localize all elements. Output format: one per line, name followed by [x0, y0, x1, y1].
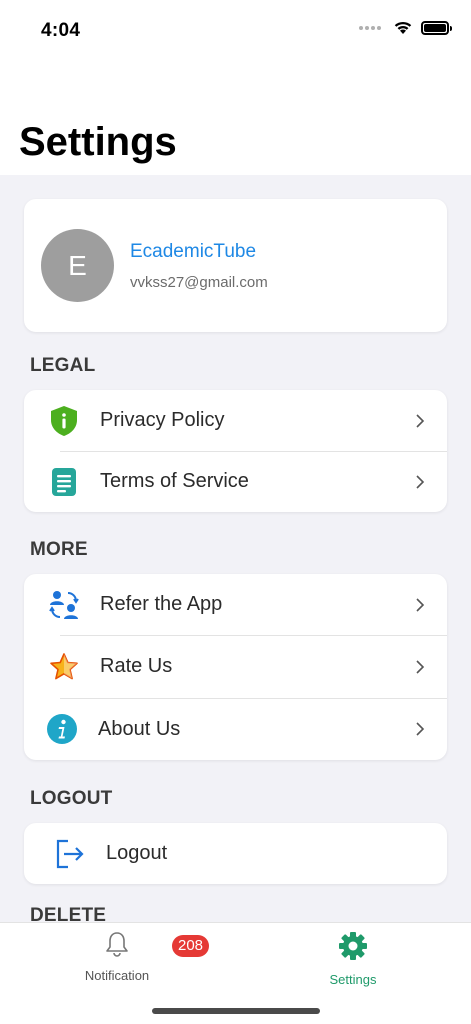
home-indicator — [152, 1008, 320, 1014]
terms-of-service-row[interactable]: Terms of Service — [24, 451, 447, 512]
notification-badge: 208 — [172, 935, 210, 957]
section-label-logout: LOGOUT — [30, 788, 113, 809]
terms-of-service-label: Terms of Service — [100, 470, 249, 492]
refer-the-app-label: Refer the App — [100, 593, 223, 615]
rate-us-label: Rate Us — [100, 655, 173, 677]
page-title: Settings — [19, 120, 177, 164]
more-card: Refer the App Rate Us About Us — [24, 574, 447, 760]
chevron-right-icon — [416, 474, 425, 489]
signal-icon — [359, 25, 381, 30]
privacy-policy-row[interactable]: Privacy Policy — [24, 390, 447, 451]
status-time: 4:04 — [41, 20, 81, 41]
refer-users-icon — [48, 589, 80, 621]
logout-card: Logout — [24, 823, 447, 884]
chevron-right-icon — [416, 659, 425, 674]
document-icon — [48, 466, 80, 498]
header: Settings — [0, 60, 471, 175]
about-us-row[interactable]: About Us — [24, 698, 447, 760]
refer-the-app-row[interactable]: Refer the App — [24, 574, 447, 635]
rate-us-row[interactable]: Rate Us — [24, 635, 447, 698]
tab-notification[interactable]: 208 Notification — [47, 931, 210, 983]
bell-icon — [106, 932, 128, 957]
status-bar: 4:04 — [0, 0, 471, 60]
battery-icon — [421, 20, 452, 35]
legal-card: Privacy Policy Terms of Service — [24, 390, 447, 512]
section-label-legal: LEGAL — [30, 355, 96, 376]
logout-row[interactable]: Logout — [24, 823, 447, 884]
chevron-right-icon — [416, 413, 425, 428]
gear-icon — [339, 932, 367, 960]
avatar: E — [41, 229, 114, 302]
wifi-icon — [394, 21, 412, 34]
chevron-right-icon — [416, 597, 425, 612]
chevron-right-icon — [416, 722, 425, 736]
profile-email: vvkss27@gmail.com — [130, 274, 268, 291]
logout-label: Logout — [106, 842, 168, 864]
tab-settings-label: Settings — [329, 972, 377, 987]
tab-notification-label: Notification — [84, 968, 150, 983]
profile-name: EcademicTube — [130, 241, 257, 262]
shield-info-icon — [48, 405, 80, 437]
star-icon — [48, 651, 80, 683]
logout-icon — [54, 838, 86, 870]
section-label-more: MORE — [30, 539, 88, 560]
profile-card[interactable]: E EcademicTube vvkss27@gmail.com — [24, 199, 447, 332]
about-us-label: About Us — [98, 717, 181, 740]
tab-settings[interactable]: Settings — [283, 931, 423, 987]
status-indicators — [359, 20, 452, 35]
info-icon — [46, 713, 78, 745]
privacy-policy-label: Privacy Policy — [100, 409, 225, 431]
